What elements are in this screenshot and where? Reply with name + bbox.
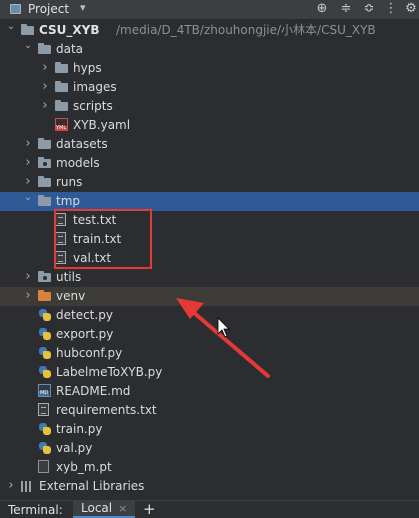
terminal-tab-local[interactable]: Local × (73, 501, 136, 518)
annotation-arrow-icon (176, 298, 270, 378)
terminal-tab-label: Local (81, 501, 113, 515)
close-icon[interactable]: × (118, 502, 127, 515)
terminal-label: Terminal: (8, 503, 63, 517)
new-terminal-button[interactable]: + (143, 501, 156, 517)
terminal-tool-window-bar: Terminal: Local × + (0, 500, 419, 518)
